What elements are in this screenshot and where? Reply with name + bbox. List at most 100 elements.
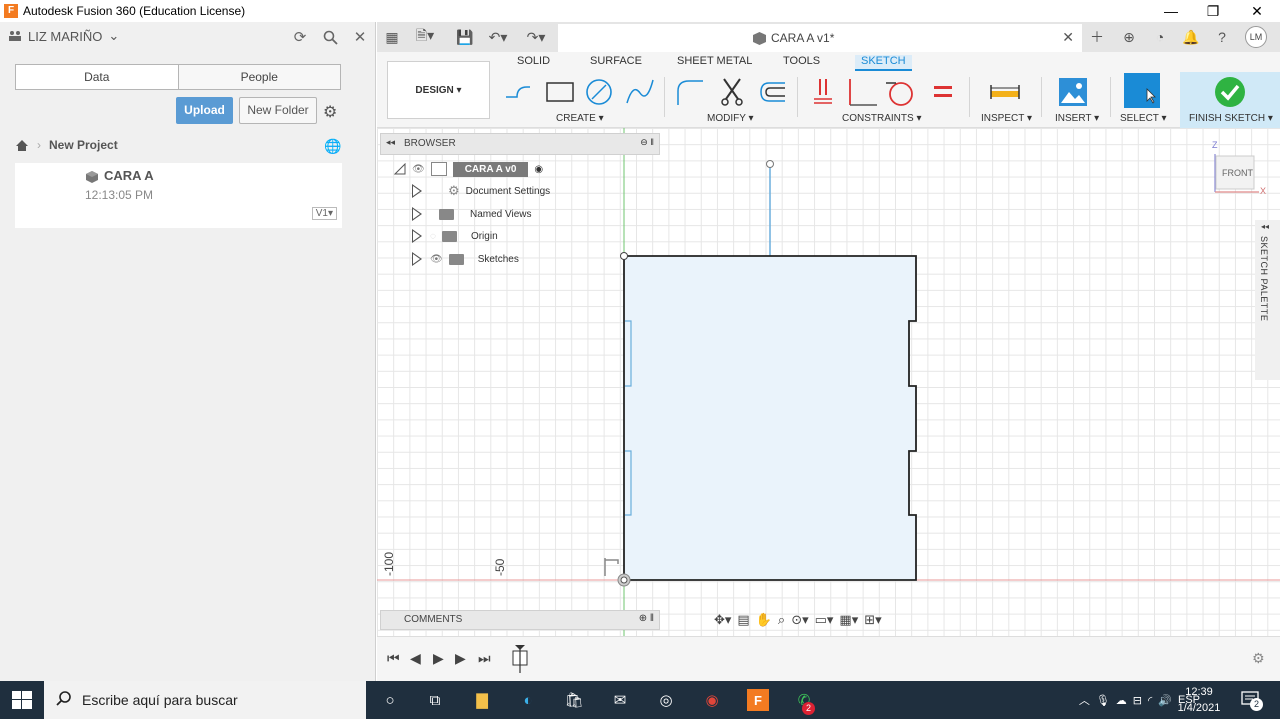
viewports-icon[interactable]: ⊞▾ [864,612,881,628]
browser-root-node[interactable]: 👁 CARA A v0 ◉ [394,159,543,179]
gear-icon[interactable]: ⚙ [323,102,337,122]
grid-settings-icon[interactable]: ▦▾ [839,612,858,628]
line-tool-icon[interactable] [503,77,533,107]
undo-icon[interactable]: ↶▾ [488,27,508,47]
breadcrumb-project[interactable]: New Project [49,138,118,152]
tangent-constraint-icon[interactable] [886,77,916,107]
notifications-icon[interactable]: 🔔 [1181,27,1201,47]
grid-menu-icon[interactable]: ▦ [382,27,402,47]
home-icon[interactable] [15,139,29,152]
file-thumbnail[interactable] [15,163,80,228]
finish-sketch-button[interactable]: FINISH SKETCH ▾ [1180,72,1280,128]
new-tab-icon[interactable]: ＋ [1087,27,1107,47]
display-settings-icon[interactable]: ▭▾ [815,612,834,628]
step-back-icon[interactable]: ◀ [410,650,421,667]
collapse-browser-icon[interactable]: ◂◂ [386,137,395,148]
minimize-button[interactable]: — [1150,0,1192,22]
tab-sketch[interactable]: SKETCH [855,55,912,71]
zoom-window-icon[interactable]: ⊙▾ [791,612,808,628]
close-window-button[interactable]: ✕ [1236,0,1278,22]
fusion-taskbar-icon[interactable]: F [747,689,769,711]
add-comment-icon[interactable]: ⊕ ‖ [639,613,654,624]
windows-start-icon[interactable] [12,691,32,709]
zoom-icon[interactable]: ⌕ [778,612,785,628]
orbit-icon[interactable]: ✥▾ [714,612,731,628]
restore-button[interactable]: ❐ [1192,0,1234,22]
go-to-start-icon[interactable]: ⏮ [387,650,400,667]
expand-triangle-icon[interactable] [412,207,424,221]
taskbar-search[interactable]: Escribe aquí para buscar [44,681,366,719]
edge-icon[interactable]: ◐ [517,689,539,711]
wifi-icon[interactable]: ◜ [1148,694,1152,707]
coincident-constraint-icon[interactable] [808,77,838,107]
tab-surface[interactable]: SURFACE [590,55,642,67]
tab-tools[interactable]: TOOLS [783,55,820,67]
upload-button[interactable]: Upload [176,97,233,124]
mail-icon[interactable]: ✉ [609,689,631,711]
tab-data[interactable]: Data [16,65,178,89]
task-view-icon[interactable]: ⧉ [424,689,446,711]
file-card[interactable]: CARA A 12:13:05 PM V1▾ [15,163,342,228]
version-badge[interactable]: V1▾ [311,207,337,220]
file-explorer-icon[interactable]: ▇ [471,689,493,711]
search-icon[interactable] [319,26,341,48]
tray-expand-icon[interactable]: ︿ [1079,692,1090,708]
create-menu[interactable]: CREATE ▾ [556,113,604,124]
perpendicular-constraint-icon[interactable] [847,77,877,107]
go-to-end-icon[interactable]: ⏭ [478,650,491,667]
insert-image-icon[interactable] [1058,77,1088,107]
design-canvas[interactable]: -100 -50 ◂◂ BROWSER ⊖ ‖ 👁 CARA A v0 ◉ ⚙ … [377,128,1280,636]
spline-tool-icon[interactable] [625,77,655,107]
sketch-point[interactable] [620,252,628,260]
obs-icon[interactable]: ◎ [655,689,677,711]
store-icon[interactable]: 🛍 [563,689,585,711]
sketch-feature-icon[interactable] [511,645,541,673]
user-menu[interactable]: LIZ MARIÑO ⌄ [8,28,119,44]
view-cube-face[interactable]: FRONT [1222,168,1253,178]
expand-triangle-icon[interactable] [412,184,424,198]
browser-item-sketches[interactable]: 👁 Sketches [412,249,519,269]
expand-triangle-icon[interactable] [412,229,424,243]
inspect-menu[interactable]: INSPECT ▾ [981,113,1032,124]
sketch-palette-tab[interactable]: ◂◂ SKETCH PALETTE [1255,220,1280,380]
root-component-name[interactable]: CARA A v0 [452,161,529,177]
new-folder-button[interactable]: New Folder [239,97,317,124]
network-icon[interactable]: ⊟ [1133,694,1142,707]
eye-icon[interactable]: 👁 [430,254,443,265]
tab-sheet-metal[interactable]: SHEET METAL [677,55,752,67]
close-panel-icon[interactable]: ✕ [349,26,371,48]
play-icon[interactable]: ▶ [433,650,444,667]
microphone-icon[interactable]: 🎙 [1096,694,1110,707]
browser-options-icon[interactable]: ⊖ ‖ [640,137,654,148]
tab-people[interactable]: People [177,65,340,89]
job-status-icon[interactable]: ◔ [1150,27,1170,47]
avatar[interactable]: LM [1245,26,1267,48]
help-icon[interactable]: ? [1212,27,1232,47]
trim-tool-icon[interactable] [718,77,748,107]
cortana-icon[interactable]: ○ [379,689,401,711]
globe-icon[interactable]: 🌐 [324,138,341,155]
onedrive-icon[interactable]: ☁ [1116,694,1127,707]
step-forward-icon[interactable]: ▶ [455,650,466,667]
measure-tool-icon[interactable] [990,77,1020,107]
clock[interactable]: 12:39 1/4/2021 [1164,684,1234,716]
rectangle-tool-icon[interactable] [545,77,575,107]
modify-menu[interactable]: MODIFY ▾ [707,113,754,124]
collapse-triangle-icon[interactable] [394,163,406,175]
workspace-switcher[interactable]: DESIGN ▾ [387,61,490,119]
activate-radio-icon[interactable]: ◉ [534,164,543,175]
expand-triangle-icon[interactable] [412,252,424,266]
refresh-icon[interactable]: ⟳ [289,26,311,48]
document-tab[interactable]: CARA A v1* ✕ [558,24,1082,52]
browser-item-origin[interactable]: ◌ Origin [412,226,498,246]
sketch-point[interactable] [766,160,774,168]
browser-panel-header[interactable]: ◂◂ BROWSER ⊖ ‖ [380,133,660,155]
eye-hidden-icon[interactable]: ◌ [430,231,436,242]
sketch-profile[interactable] [623,255,917,581]
fillet-tool-icon[interactable] [675,77,705,107]
tab-solid[interactable]: SOLID [517,55,550,67]
view-cube[interactable]: Z X FRONT [1212,140,1266,196]
circle-tool-icon[interactable] [584,77,614,107]
expand-palette-icon[interactable]: ◂◂ [1261,222,1269,231]
chrome-icon[interactable]: ◉ [701,689,723,711]
